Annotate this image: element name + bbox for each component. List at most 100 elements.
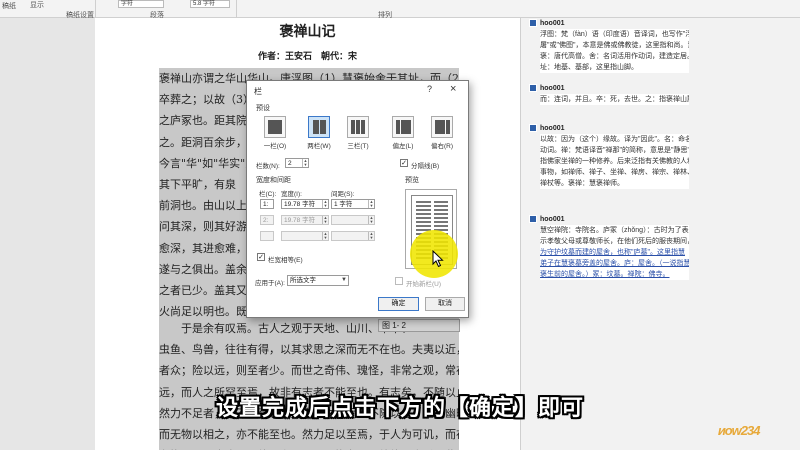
comment[interactable]: hoo001 慧空禅院：寺院名。庐冢（zhǒng）：古时为了表 示孝敬父母或尊敬师长… [529,214,689,280]
ribbon-item-manuscript[interactable]: 稿纸 [2,1,16,11]
spacing-header: 间距(S): [331,191,355,198]
preset-label: 两栏(W) [307,143,331,150]
comment-body: 而：连词，并且。卒：死，去世。之：指褒禅山麓。 [540,94,689,105]
apply-to-value: 所选文字 [290,277,316,284]
column-3-spacing: ▲ ▼ [331,231,375,241]
column-layout-icon [431,116,453,138]
new-column-label: 开始新栏(U) [406,281,442,288]
comment-body: 以故：因为（这个）缘故。译为"因此"。名：命名， 动词。禅：梵语译音"禅那"的简称… [540,134,689,189]
size-combo[interactable]: 5.8 字符 [190,0,230,8]
column-2-spacing: ▲ ▼ [331,215,375,225]
ribbon-separator [95,0,96,18]
column-count-label: 栏数(N): [256,163,280,170]
preset-right[interactable]: 偏右(R) [428,116,456,150]
spinner-arrows-icon[interactable]: ▲ ▼ [368,200,374,208]
comment[interactable]: hoo001 而：连词，并且。卒：死，去世。之：指褒禅山麓。 [529,83,689,105]
comment-line: 褒生前的屋舍。）冢：坟墓。禅院：佛寺。 [540,271,670,278]
preset-label: 偏右(R) [430,143,454,150]
dialog-title: 栏 [254,87,262,96]
comment-line: 示孝敬父母或尊敬师长，在他们死后的服丧期间， [540,238,689,245]
column-bar [361,120,365,134]
column-bar [395,120,400,134]
comment-line: 指佛家坐禅的一种修养。后来泛指有关佛教的人和 [540,158,689,165]
apply-to-label: 应用于(A): [255,280,285,287]
column-count-value: 2 [288,160,292,167]
column-3-width: ▲ ▼ [281,231,329,241]
help-icon[interactable]: ? [427,84,432,94]
spinner-arrows-icon[interactable]: ▲ ▼ [322,200,328,208]
comment-line: 屠"或"佛图"，本意是佛或佛教徒，这里指和尚。慧 [540,42,689,49]
column-layout-icon [308,116,330,138]
comment-author: hoo001 [540,84,565,92]
column-2-width-value: 19.78 字符 [284,217,316,224]
column-layout-icon [392,116,414,138]
avatar [529,84,537,92]
apply-to-select[interactable]: 所选文字 ▼ [287,275,349,286]
preset-section-label: 预设 [256,105,270,112]
chevron-down-icon: ▼ [341,277,347,283]
comment-line: 弟子在慧褒墓旁盖的屋舍。庐：屋舍。（一说指慧 [540,260,689,267]
document-title: 褒禅山记 [279,24,336,40]
spinner-arrows-icon[interactable]: ▲ ▼ [302,159,308,167]
comment-line: 褒：唐代高僧。舍：名词活用作动词，建造定居。 [540,53,689,60]
comment[interactable]: hoo001 浮图：梵（fàn）语（印度语）音译词，也写作"浮 屠"或"佛图"，本意… [529,18,689,73]
spinner-arrows-icon: ▲ ▼ [368,231,374,240]
width-header: 宽度(I): [281,191,302,198]
columns-dialog: 栏 ? × 预设 一栏(O) 两栏(W) 三栏(T) 偏左(L) 偏右(R) 栏数(N)… [246,80,469,318]
preset-one-column[interactable]: 一栏(O) [261,116,289,150]
comment-line: 动词。禅：梵语译音"禅那"的简称，意思是"静思"， [540,147,689,154]
column-bar [356,120,360,134]
preview-section-label: 预览 [405,177,419,184]
column-1-width[interactable]: 19.78 字符 ▲ ▼ [281,199,329,209]
comment-line: 址：地基、基部，这里指山脚。 [540,64,638,71]
comment-header: hoo001 [529,214,689,224]
comment-body: 浮图：梵（fàn）语（印度语）音译词，也写作"浮 屠"或"佛图"，本意是佛或佛教徒… [540,29,689,73]
column-number-3 [260,231,274,241]
column-1-spacing-value: 1 字符 [334,201,353,208]
equal-width-checkbox[interactable]: ✓ [257,253,265,261]
comment-line: 为守护坟墓而建的屋舍，也称"庐墓"。这里指慧 [540,249,685,256]
equal-width-label: 栏宽相等(E) [268,257,303,264]
comment[interactable]: hoo001 以故：因为（这个）缘故。译为"因此"。名：命名， 动词。禅：梵语译音"… [529,123,689,189]
ribbon-item-display[interactable]: 显示 [30,0,44,10]
watermark-logo: ᴎow234 [718,423,760,438]
column-bar [445,120,450,134]
avatar [529,215,537,223]
avatar [529,19,537,27]
column-bar [312,120,319,134]
column-bar [351,120,355,134]
video-caption: 设置完成后点击下方的【确定】即可 [215,395,584,420]
paragraph-2[interactable]: 于是余有叹焉。古人之观于天地、山川、草木、 虫鱼、鸟兽，往往有得，以其求思之深而无… [159,318,459,450]
font-combo[interactable]: 字符 [118,0,164,8]
figure-label: 图 1- 2 [378,319,460,332]
preset-left[interactable]: 偏左(L) [389,116,417,150]
document-byline: 作者：王安石 朝代：宋 [257,51,357,61]
paragraph-line: 者众；险以远，则至者少。而世之奇伟、瑰怪，非常之观，常在于险 [159,360,459,382]
column-number-1: 1: [260,199,274,209]
preset-label: 一栏(O) [263,143,287,150]
comment-author: hoo001 [540,124,565,132]
comment-line: 以故：因为（这个）缘故。译为"因此"。名：命名， [540,136,689,143]
avatar [529,124,537,132]
cancel-button[interactable]: 取消 [425,297,465,311]
preset-label: 三栏(T) [347,143,369,150]
ok-button[interactable]: 确定 [378,297,419,311]
close-icon[interactable]: × [450,83,456,95]
ribbon-item-manuscript-settings[interactable]: 稿纸设置 [66,10,94,20]
comment-line: 事物，如禅师、禅子、坐禅、禅房、禅宗、禅林、 [540,169,689,176]
comment-author: hoo001 [540,215,565,223]
mouse-pointer-icon [432,250,444,268]
column-bar [319,120,326,134]
divider-checkbox[interactable]: ✓ [400,159,408,167]
column-1-spacing[interactable]: 1 字符 ▲ ▼ [331,199,375,209]
preset-label: 偏左(L) [392,143,414,150]
column-layout-icon [264,116,286,138]
preset-three-columns[interactable]: 三栏(T) [344,116,372,150]
new-column-checkbox [395,277,403,285]
comment-header: hoo001 [529,83,689,93]
preset-two-columns[interactable]: 两栏(W) [305,116,333,150]
column-count-spinner[interactable]: 2 ▲ ▼ [285,158,309,168]
column-number-2: 2: [260,215,274,225]
spinner-arrows-icon: ▲ ▼ [368,215,374,224]
column-1-width-value: 19.78 字符 [284,201,316,208]
